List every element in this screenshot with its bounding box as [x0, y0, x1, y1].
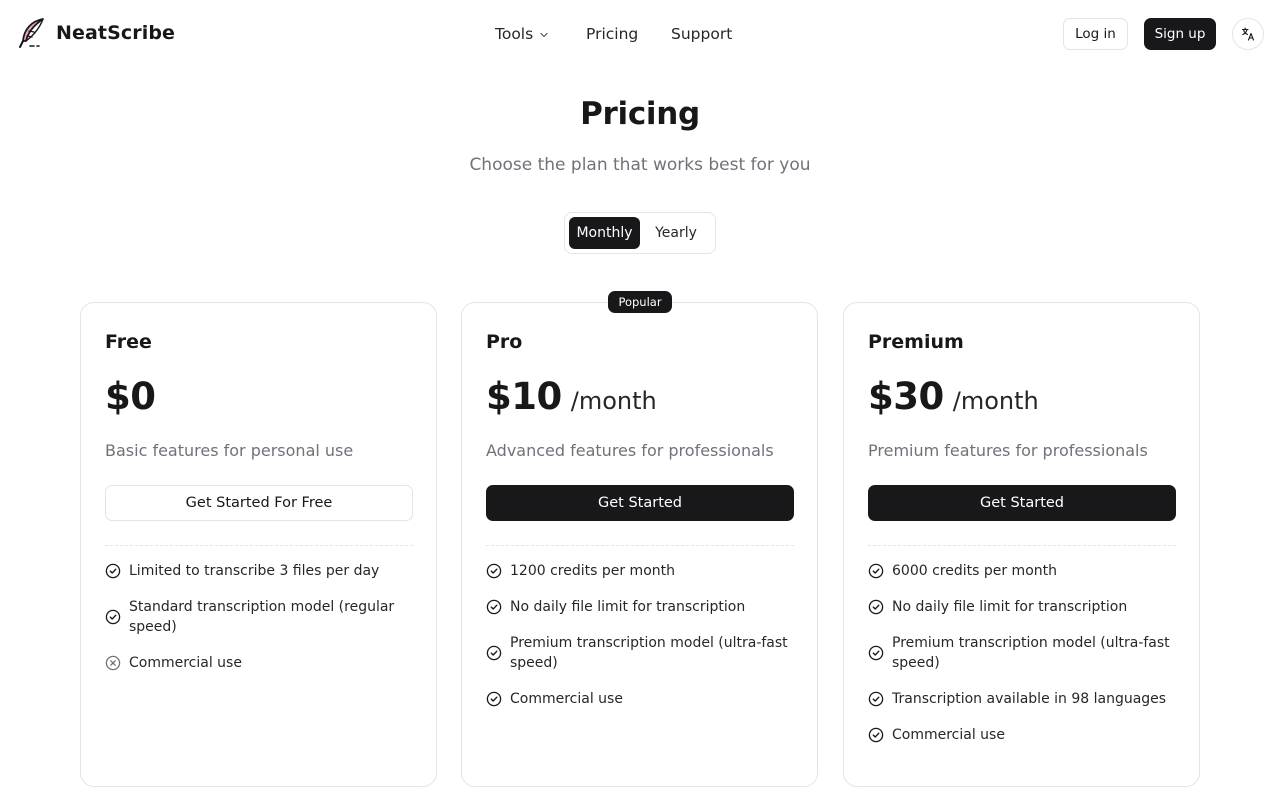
language-switch-button[interactable] — [1232, 18, 1264, 50]
check-circle-icon — [486, 645, 502, 661]
chevron-down-icon — [540, 32, 548, 38]
check-circle-icon — [486, 563, 502, 579]
check-circle-icon — [868, 727, 884, 743]
signup-button[interactable]: Sign up — [1144, 18, 1216, 50]
feather-quill-icon — [19, 18, 44, 48]
brand-logo-link[interactable]: NeatScribe — [18, 17, 175, 49]
popular-badge: Popular — [608, 291, 672, 313]
billing-monthly-option[interactable]: Monthly — [569, 217, 640, 249]
check-circle-icon — [486, 599, 502, 615]
plan-feature-text: Limited to transcribe 3 files per day — [129, 563, 380, 579]
x-circle-icon — [105, 655, 121, 671]
plan-feature-item: 6000 credits per month — [868, 561, 1176, 581]
plan-name: Premium — [868, 331, 964, 353]
billing-yearly-option[interactable]: Yearly — [644, 217, 708, 249]
plan-feature-text: Commercial use — [510, 691, 623, 707]
get-started-free-button[interactable]: Get Started For Free — [105, 485, 413, 521]
page-title: Pricing — [580, 96, 700, 132]
plan-name: Free — [105, 331, 152, 353]
plan-divider — [486, 545, 794, 546]
page-subtitle: Choose the plan that works best for you — [469, 155, 811, 175]
check-circle-icon — [868, 691, 884, 707]
plan-feature-list: 6000 credits per month No daily file limi… — [868, 561, 1176, 761]
plan-description: Basic features for personal use — [105, 441, 354, 460]
check-circle-icon — [105, 563, 121, 579]
plan-feature-text: Transcription available in 98 languages — [892, 691, 1167, 707]
nav-tools-dropdown[interactable]: Tools — [495, 22, 549, 46]
brand-name: NeatScribe — [56, 22, 176, 44]
plan-feature-item: Commercial use — [868, 725, 1176, 745]
check-circle-icon — [868, 563, 884, 579]
get-started-premium-button[interactable]: Get Started — [868, 485, 1176, 521]
plan-feature-text: Premium transcription model (ultra-fast … — [892, 635, 1170, 671]
plan-feature-text: Standard transcription model (regular sp… — [129, 599, 395, 635]
login-button[interactable]: Log in — [1063, 18, 1128, 50]
plan-price: $10 — [486, 375, 562, 418]
plan-price-row: $0 — [105, 375, 156, 418]
plan-period: /month — [952, 387, 1039, 415]
check-circle-icon — [486, 691, 502, 707]
plan-feature-item: Commercial use — [486, 689, 794, 709]
plan-name: Pro — [486, 331, 523, 353]
plan-price: $30 — [868, 375, 944, 418]
plan-feature-item: Standard transcription model (regular sp… — [105, 597, 413, 637]
plan-period: /month — [570, 387, 657, 415]
billing-period-toggle: Monthly Yearly — [564, 212, 716, 254]
plan-feature-text: Premium transcription model (ultra-fast … — [510, 635, 788, 671]
check-circle-icon — [105, 609, 121, 625]
plan-price-row: $10 /month — [486, 375, 657, 418]
plan-feature-item: Transcription available in 98 languages — [868, 689, 1176, 709]
plan-divider — [105, 545, 413, 546]
plan-feature-item: Commercial use — [105, 653, 413, 673]
plan-feature-text: 6000 credits per month — [892, 563, 1057, 579]
plan-feature-text: 1200 credits per month — [510, 563, 675, 579]
plan-card-free: Free $0 Basic features for personal use … — [80, 302, 437, 787]
translate-icon — [1241, 27, 1255, 41]
plan-price-row: $30 /month — [868, 375, 1039, 418]
nav-pricing-link[interactable]: Pricing — [586, 22, 638, 46]
plan-description: Advanced features for professionals — [486, 441, 774, 460]
plan-price: $0 — [105, 375, 156, 418]
get-started-pro-button[interactable]: Get Started — [486, 485, 794, 521]
check-circle-icon — [868, 599, 884, 615]
plan-feature-text: Commercial use — [129, 655, 242, 671]
plan-card-premium: Premium $30 /month Premium features for … — [843, 302, 1200, 787]
nav-tools-label: Tools — [495, 25, 534, 43]
plan-card-pro: Pro $10 /month Advanced features for pro… — [461, 302, 818, 787]
plan-feature-item: No daily file limit for transcription — [486, 597, 794, 617]
plan-feature-text: No daily file limit for transcription — [510, 599, 746, 615]
plan-feature-item: 1200 credits per month — [486, 561, 794, 581]
plan-feature-item: No daily file limit for transcription — [868, 597, 1176, 617]
plan-description: Premium features for professionals — [868, 441, 1148, 460]
plan-feature-item: Premium transcription model (ultra-fast … — [868, 633, 1176, 673]
nav-support-link[interactable]: Support — [671, 22, 732, 46]
plan-feature-text: Commercial use — [892, 727, 1005, 743]
plan-feature-list: 1200 credits per month No daily file limi… — [486, 561, 794, 725]
plan-feature-item: Premium transcription model (ultra-fast … — [486, 633, 794, 673]
plan-feature-text: No daily file limit for transcription — [892, 599, 1128, 615]
plan-feature-item: Limited to transcribe 3 files per day — [105, 561, 413, 581]
check-circle-icon — [868, 645, 884, 661]
plan-divider — [868, 545, 1176, 546]
site-header: NeatScribe Tools Pricing Support Log in … — [0, 0, 1280, 68]
plan-feature-list: Limited to transcribe 3 files per day Sta… — [105, 561, 413, 689]
